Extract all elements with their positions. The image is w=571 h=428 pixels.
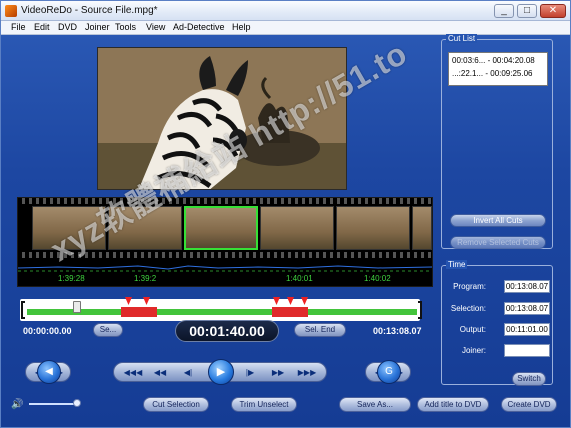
cut-list-panel: Cut List 00:03:6... - 00:04:20.08 ...:22… (441, 34, 553, 249)
joiner-label: Joiner: (461, 346, 486, 355)
rewind-fast-button[interactable]: ◀◀◀ (120, 366, 146, 380)
sprocket-holes (18, 252, 432, 258)
volume-slider[interactable] (29, 403, 79, 405)
fast-forward-button[interactable]: ▶▶▶ (294, 366, 320, 380)
film-frame[interactable] (108, 206, 182, 250)
video-preview[interactable] (97, 47, 347, 190)
rewind-button[interactable]: ◀◀ (150, 366, 170, 380)
program-label: Program: (453, 282, 486, 291)
menu-help[interactable]: Help (232, 22, 251, 32)
film-frame[interactable] (336, 206, 410, 250)
cut-list-row[interactable]: 00:03:6... - 00:04:20.08 (452, 56, 535, 65)
cut-list-caption: Cut List (446, 34, 478, 43)
sel-start-button[interactable]: Se... (93, 323, 123, 337)
zebra-scene-image (98, 48, 346, 189)
add-title-to-dvd-button[interactable]: Add title to DVD (417, 397, 489, 412)
timeline-position-thumb[interactable] (73, 301, 81, 313)
minimize-button[interactable]: _ (494, 4, 514, 18)
audio-waveform-lane: 1:39:28 1:39:2 1:40:01 1:40:02 (17, 260, 433, 286)
cut-list-box[interactable]: 00:03:6... - 00:04:20.08 ...:22.1... - 0… (448, 52, 548, 86)
menu-dvd[interactable]: DVD (58, 22, 77, 32)
frame-timestamp: 1:39:2 (134, 274, 157, 283)
window-title: VideoReDo - Source File.mpg* (21, 5, 158, 16)
output-time-field[interactable]: 00:11:01.00 (504, 323, 550, 336)
maximize-button[interactable]: □ (517, 4, 537, 18)
invert-all-cuts-button[interactable]: Invert All Cuts (450, 214, 546, 227)
app-window: VideoReDo - Source File.mpg* _ □ ✕ File … (0, 0, 571, 428)
sel-end-button[interactable]: Sel. End (294, 323, 346, 337)
time-panel: Time Program: 00:13:08.07 Selection: 00:… (441, 260, 553, 386)
volume-slider-thumb[interactable] (73, 399, 81, 407)
timeline-end-bracket (418, 301, 422, 319)
forward-button[interactable]: ▶▶ (268, 366, 288, 380)
app-icon (5, 5, 17, 17)
goto-button-icon[interactable]: G (377, 360, 401, 384)
filmstrip[interactable]: 1:39:28 1:39:2 1:40:01 1:40:02 (17, 197, 433, 287)
film-frame[interactable] (32, 206, 106, 250)
close-button[interactable]: ✕ (540, 4, 566, 18)
time-caption: Time (446, 260, 468, 269)
film-frame-current[interactable] (184, 206, 258, 250)
current-time-display: 00:01:40.00 (175, 320, 279, 342)
frame-timestamp: 1:40:01 (286, 274, 313, 283)
cut-list-row[interactable]: ...:22.1... - 00:09:25.06 (452, 69, 533, 78)
switch-button[interactable]: Switch (512, 372, 546, 386)
trim-unselect-button[interactable]: Trim Unselect (231, 397, 297, 412)
title-bar: VideoReDo - Source File.mpg* _ □ ✕ (1, 1, 570, 21)
sprocket-holes (18, 198, 432, 204)
mark-in-button-icon[interactable]: ◀ (37, 360, 61, 384)
menu-tools[interactable]: Tools (115, 22, 136, 32)
save-as-button[interactable]: Save As... (339, 397, 411, 412)
frame-timestamp: 1:39:28 (58, 274, 85, 283)
selection-label: Selection: (450, 304, 486, 313)
frame-timestamp: 1:40:02 (364, 274, 391, 283)
menu-view[interactable]: View (146, 22, 165, 32)
create-dvd-button[interactable]: Create DVD (501, 397, 557, 412)
film-frame[interactable] (260, 206, 334, 250)
menu-ad-detective[interactable]: Ad-Detective (173, 22, 225, 32)
step-back-button[interactable]: ◀| (178, 366, 198, 380)
cut-selection-button[interactable]: Cut Selection (143, 397, 209, 412)
joiner-time-field[interactable] (504, 344, 550, 357)
program-time-field[interactable]: 00:13:08.07 (504, 280, 550, 293)
output-label: Output: (459, 325, 486, 334)
volume-icon[interactable]: 🔊 (11, 399, 23, 410)
cut-segment[interactable] (121, 307, 157, 317)
cut-segment[interactable] (272, 307, 308, 317)
menu-edit[interactable]: Edit (34, 22, 50, 32)
selection-time-field[interactable]: 00:13:08.07 (504, 302, 550, 315)
play-button[interactable]: ▶ (208, 359, 234, 385)
timeline-bar[interactable] (27, 309, 417, 315)
menu-joiner[interactable]: Joiner (85, 22, 110, 32)
remove-selected-cuts-button[interactable]: Remove Selected Cuts (450, 236, 546, 249)
menu-file[interactable]: File (11, 22, 26, 32)
end-time: 00:13:08.07 (373, 326, 422, 336)
film-frame[interactable] (412, 206, 432, 250)
audio-waveform (17, 265, 433, 272)
start-time: 00:00:00.00 (23, 326, 72, 336)
step-forward-button[interactable]: |▶ (240, 366, 260, 380)
timeline-start-bracket (21, 301, 25, 319)
menu-bar: File Edit DVD Joiner Tools View Ad-Detec… (1, 21, 570, 35)
